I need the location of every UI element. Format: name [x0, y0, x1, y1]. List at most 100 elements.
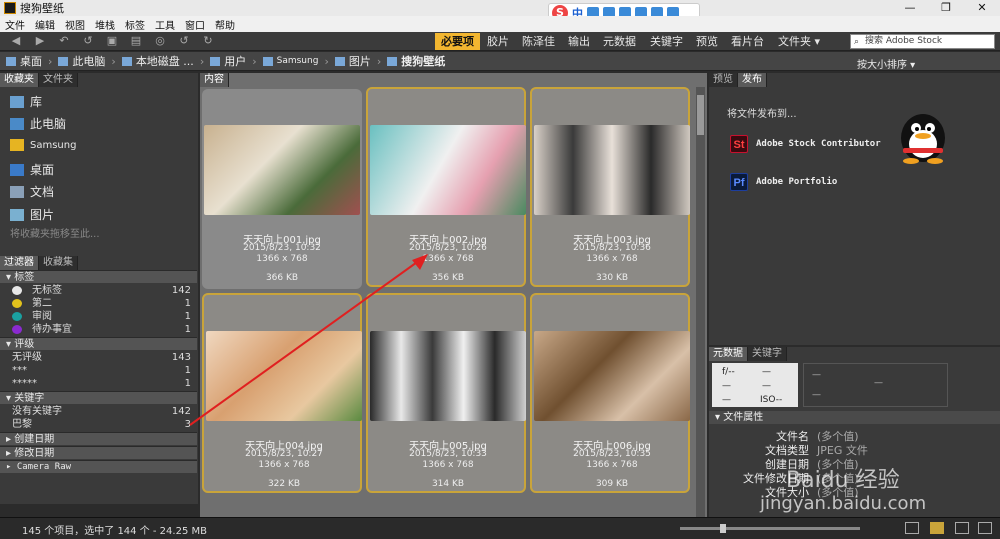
- filter-row[interactable]: 没有关键字 142: [0, 405, 197, 418]
- favorite-documents[interactable]: 文档: [10, 183, 54, 200]
- maximize-button[interactable]: ❐: [928, 0, 964, 16]
- crumb-users[interactable]: 用户 ›: [210, 53, 257, 69]
- details-view-icon[interactable]: [955, 522, 969, 534]
- thumbnail-image[interactable]: [534, 331, 690, 421]
- crumb-pictures[interactable]: 图片 ›: [334, 53, 381, 69]
- tab-preview[interactable]: 预览: [709, 73, 738, 87]
- tab-metadata[interactable]: 元数据: [709, 347, 748, 361]
- filter-section-camera-raw[interactable]: ▸ Camera Raw: [0, 460, 197, 473]
- tab-content[interactable]: 内容: [200, 73, 229, 87]
- thumbnail-image[interactable]: [204, 125, 360, 215]
- menu-stack[interactable]: 堆栈: [90, 17, 120, 32]
- sort-dropdown[interactable]: 按大小排序 ▾: [857, 56, 915, 71]
- filter-row[interactable]: ***** 1: [0, 377, 197, 390]
- filter-row[interactable]: 巴黎 3: [0, 418, 197, 431]
- crumb-this-pc[interactable]: 此电脑 ›: [58, 53, 116, 69]
- publish-title: 将文件发布到...: [727, 109, 797, 120]
- menu-help[interactable]: 帮助: [210, 17, 240, 32]
- label-yellow-icon: [12, 299, 22, 308]
- forward-icon[interactable]: ▶: [32, 34, 48, 48]
- thumbnail-size-slider[interactable]: [680, 524, 860, 533]
- tab-publish[interactable]: 发布: [738, 73, 767, 87]
- workspace-output[interactable]: 输出: [562, 33, 596, 50]
- workspace-folders[interactable]: 文件夹 ▾: [772, 33, 826, 50]
- workspace-essentials[interactable]: 必要项: [435, 33, 480, 50]
- tab-collections[interactable]: 收藏集: [39, 256, 78, 270]
- thumbnail-image[interactable]: [534, 125, 690, 215]
- camera-icon[interactable]: ▣: [104, 34, 120, 48]
- crumb-local-disk[interactable]: 本地磁盘 ... ›: [121, 53, 204, 69]
- menu-edit[interactable]: 编辑: [30, 17, 60, 32]
- workspace-filmstrip[interactable]: 胶片: [481, 33, 515, 50]
- thumbnail-view-icon[interactable]: [930, 522, 944, 534]
- workspace-metadata[interactable]: 元数据: [597, 33, 642, 50]
- filter-section-date-created[interactable]: ▸ 创建日期: [0, 432, 197, 445]
- publish-adobe-stock[interactable]: St Adobe Stock Contributor: [730, 135, 881, 153]
- list-view-icon[interactable]: [978, 522, 992, 534]
- filter-row[interactable]: 审阅 1: [0, 310, 197, 323]
- workspace-light-table[interactable]: 看片台: [725, 33, 770, 50]
- tab-keywords[interactable]: 关键字: [748, 347, 787, 361]
- crumb-samsung[interactable]: Samsung ›: [262, 55, 329, 68]
- filter-section-labels[interactable]: ▾ 标签: [0, 270, 197, 283]
- favorite-this-pc[interactable]: 此电脑: [10, 115, 66, 132]
- tab-folders[interactable]: 文件夹: [39, 73, 78, 87]
- thumbnail-dimensions: 1366 x 768: [258, 460, 310, 470]
- workspace-preview[interactable]: 预览: [690, 33, 724, 50]
- crumb-desktop[interactable]: 桌面 ›: [6, 53, 52, 69]
- crumb-sogou-wallpaper[interactable]: 搜狗壁纸: [387, 53, 445, 69]
- scroll-thumb[interactable]: [697, 95, 704, 135]
- filter-row[interactable]: 无评级 143: [0, 351, 197, 364]
- filter-row[interactable]: 待办事宜 1: [0, 323, 197, 336]
- filter-row[interactable]: 无标签 142: [0, 284, 197, 297]
- aperture-value: f/--: [722, 367, 735, 377]
- thumbnail-date: 2015/8/23, 10:33: [409, 449, 487, 459]
- publish-adobe-portfolio[interactable]: Pf Adobe Portfolio: [730, 173, 837, 191]
- favorite-library[interactable]: 库: [10, 93, 42, 110]
- recent-icon[interactable]: ↶: [56, 34, 72, 48]
- thumbnail-card[interactable]: 天天向上006.jpg 2015/8/23, 10:35 1366 x 768 …: [530, 293, 690, 493]
- filter-section-keywords[interactable]: ▾ 关键字: [0, 391, 197, 404]
- grid-view-icon[interactable]: [905, 522, 919, 534]
- menu-bar: 文件 编辑 视图 堆栈 标签 工具 窗口 帮助: [0, 16, 1000, 32]
- workspace-custom[interactable]: 陈泽佳: [516, 33, 561, 50]
- tab-favorites[interactable]: 收藏夹: [0, 73, 39, 87]
- search-input[interactable]: ⌕ 搜索 Adobe Stock: [850, 34, 995, 49]
- title-bar: 搜狗壁纸 — ❐ ✕: [0, 0, 1000, 16]
- menu-label[interactable]: 标签: [120, 17, 150, 32]
- baidu-watermark-url: jingyan.baidu.com: [760, 493, 927, 514]
- favorites-panel: 收藏夹 文件夹 库 此电脑 Samsung 桌面 文档 图片 将收藏夹拖移至此.…: [0, 73, 198, 256]
- status-bar: 145 个项目，选中了 144 个 - 24.25 MB: [0, 517, 1000, 539]
- refine-icon[interactable]: ▤: [128, 34, 144, 48]
- menu-window[interactable]: 窗口: [180, 17, 210, 32]
- filter-row[interactable]: *** 1: [0, 364, 197, 377]
- exif-summary: f/-- — — — — ISO--: [712, 363, 798, 407]
- library-icon: [10, 95, 24, 108]
- back-icon[interactable]: ◀: [8, 34, 24, 48]
- thumbnail-card[interactable]: 天天向上003.jpg 2015/8/23, 10:36 1366 x 768 …: [530, 87, 690, 287]
- label-teal-icon: [12, 312, 22, 321]
- tab-filter[interactable]: 过滤器: [0, 256, 39, 270]
- status-text: 145 个项目，选中了 144 个 - 24.25 MB: [22, 526, 207, 537]
- minimize-button[interactable]: —: [892, 0, 928, 16]
- slider-thumb[interactable]: [720, 524, 726, 533]
- open-camera-raw-icon[interactable]: ◎: [152, 34, 168, 48]
- workspace-keywords[interactable]: 关键字: [644, 33, 689, 50]
- user-folder-icon: [10, 139, 24, 151]
- menu-view[interactable]: 视图: [60, 17, 90, 32]
- menu-file[interactable]: 文件: [0, 17, 30, 32]
- content-scrollbar[interactable]: [696, 87, 705, 517]
- close-button[interactable]: ✕: [964, 0, 1000, 16]
- rotate-right-icon[interactable]: ↻: [200, 34, 216, 48]
- thumbnail-image[interactable]: [370, 125, 526, 215]
- filter-row[interactable]: 第二 1: [0, 297, 197, 310]
- menu-tools[interactable]: 工具: [150, 17, 180, 32]
- favorite-desktop[interactable]: 桌面: [10, 161, 54, 178]
- boomerang-icon[interactable]: ↺: [80, 34, 96, 48]
- favorite-samsung[interactable]: Samsung: [10, 139, 76, 151]
- file-properties-header[interactable]: ▾ 文件属性: [709, 411, 1000, 424]
- filter-section-ratings[interactable]: ▾ 评级: [0, 337, 197, 350]
- favorite-pictures[interactable]: 图片: [10, 206, 54, 223]
- filter-section-date-modified[interactable]: ▸ 修改日期: [0, 446, 197, 459]
- rotate-left-icon[interactable]: ↺: [176, 34, 192, 48]
